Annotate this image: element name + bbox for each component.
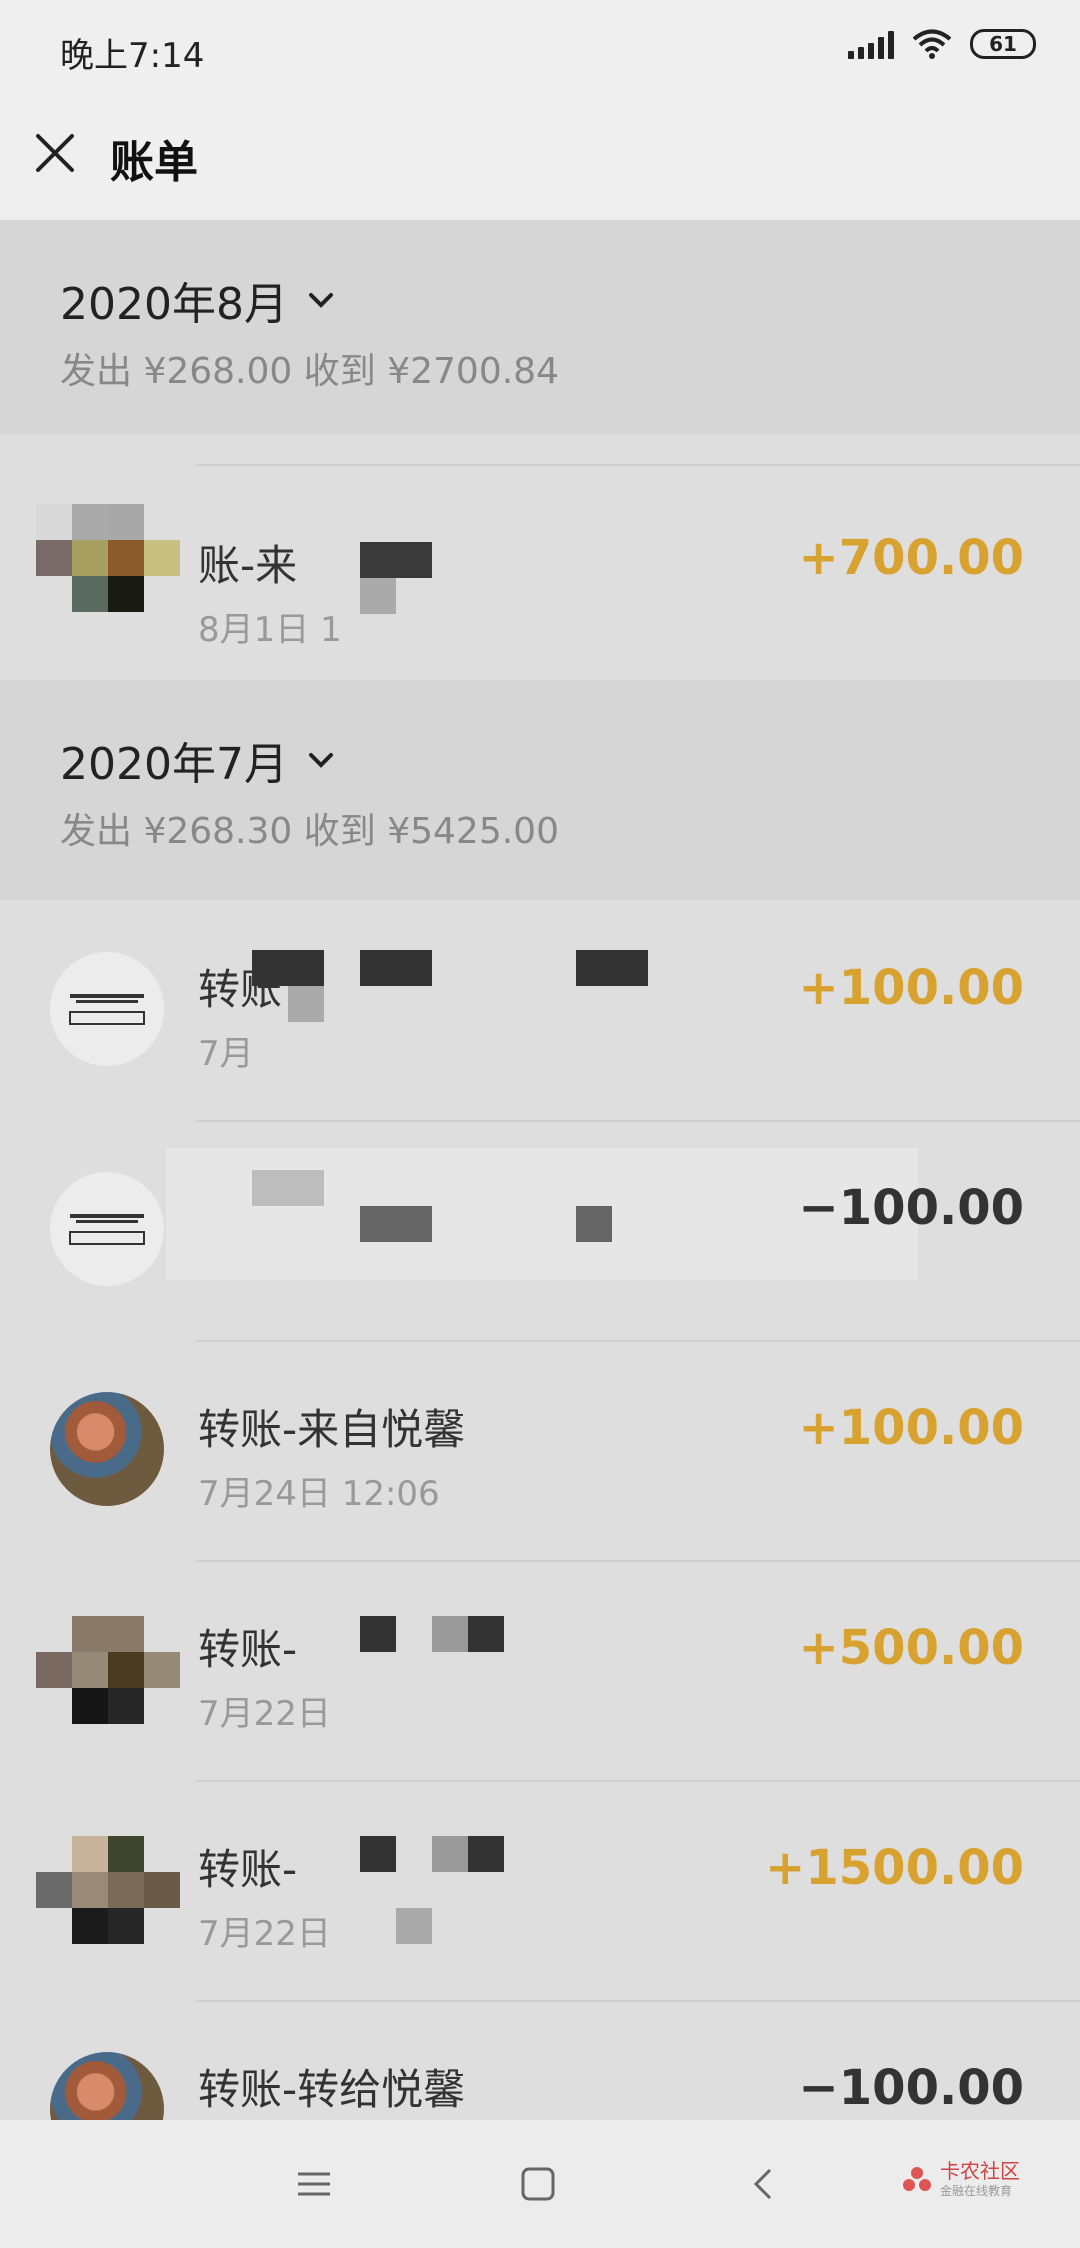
transaction-time: 7月22日: [198, 1694, 331, 1734]
redaction-block: [432, 1616, 468, 1652]
battery-icon: 61: [970, 29, 1036, 59]
redaction-block: [252, 950, 324, 986]
page-title: 账单: [110, 137, 198, 188]
redaction-block: [360, 542, 432, 578]
month-summary: 发出 ¥268.30 收到 ¥5425.00: [60, 811, 559, 852]
avatar: [36, 1836, 180, 1944]
watermark-tagline: 金融在线教育: [940, 2184, 1013, 2198]
month-title[interactable]: 2020年7月: [60, 728, 336, 792]
redaction-block: [360, 1836, 396, 1872]
battery-level: 61: [989, 32, 1017, 56]
month-title[interactable]: 2020年8月: [60, 268, 336, 332]
watermark: 卡农社区 金融在线教育: [900, 2160, 1020, 2199]
title-bar: 账单: [0, 96, 1080, 220]
month-header-jul[interactable]: 2020年7月 发出 ¥268.30 收到 ¥5425.00: [0, 680, 1080, 900]
signal-icon: [848, 29, 894, 59]
avatar: [36, 1616, 180, 1724]
divider: [196, 1120, 1080, 1122]
redaction-block: [360, 1616, 396, 1652]
divider: [196, 1780, 1080, 1782]
close-icon[interactable]: [28, 126, 82, 180]
redaction-block: [396, 1908, 432, 1944]
home-icon[interactable]: [514, 2160, 562, 2208]
wifi-icon: [912, 29, 952, 59]
transaction-amount: +1500.00: [765, 1840, 1024, 1896]
transaction-amount: +700.00: [798, 530, 1024, 586]
transaction-name: 账-来: [198, 541, 298, 590]
transaction-name: 转账-转给悦馨: [198, 2065, 466, 2114]
divider: [196, 2000, 1080, 2002]
transaction-row[interactable]: 转账 7月 +100.00: [0, 900, 1080, 1120]
status-icons: 61: [848, 28, 1036, 60]
bill-list[interactable]: 2020年8月 发出 ¥268.00 收到 ¥2700.84 账-来 8月1日 …: [0, 220, 1080, 2120]
avatar: [50, 2052, 164, 2120]
chevron-down-icon: [308, 753, 333, 768]
transaction-amount: −100.00: [798, 2060, 1024, 2116]
divider: [196, 1340, 1080, 1342]
avatar: [50, 1392, 164, 1506]
redaction-block: [576, 1206, 612, 1242]
redaction-block: [468, 1836, 504, 1872]
redaction-block: [576, 950, 648, 986]
month-header-aug[interactable]: 2020年8月 发出 ¥268.00 收到 ¥2700.84: [0, 220, 1080, 434]
month-summary: 发出 ¥268.00 收到 ¥2700.84: [60, 351, 559, 392]
month-label: 2020年8月: [60, 279, 288, 330]
back-icon[interactable]: [740, 2160, 788, 2208]
menu-icon[interactable]: [290, 2160, 338, 2208]
avatar: [50, 952, 164, 1066]
redaction-block: [360, 578, 396, 614]
logo-icon: [69, 994, 145, 1025]
chevron-down-icon: [308, 293, 333, 308]
status-time: 晚上7:14: [60, 36, 205, 76]
redaction-block: [432, 1836, 468, 1872]
transaction-time: 7月24日 12:06: [198, 1474, 440, 1514]
transaction-amount: +100.00: [798, 960, 1024, 1016]
redaction-block: [252, 1170, 324, 1206]
avatar: [36, 504, 180, 612]
redaction-block: [468, 1616, 504, 1652]
divider: [196, 464, 1080, 466]
divider: [196, 1560, 1080, 1562]
watermark-brand: 卡农社区: [940, 2159, 1020, 2183]
redaction-block: [360, 1206, 432, 1242]
month-label: 2020年7月: [60, 739, 288, 790]
transaction-time: 7月22日: [198, 1914, 331, 1954]
transaction-name: 转账-: [198, 1625, 298, 1674]
transaction-time: 7月: [198, 1034, 254, 1074]
watermark-logo-icon: [903, 2166, 931, 2191]
transaction-row[interactable]: 转账-转给悦馨 −100.00: [0, 2000, 1080, 2120]
transaction-row[interactable]: 账-来 8月1日 1 +700.00: [0, 434, 1080, 680]
transaction-time: 8月1日 1: [198, 610, 342, 650]
transaction-row[interactable]: 转账-来自悦馨 7月24日 12:06 +100.00: [0, 1340, 1080, 1560]
transaction-row[interactable]: 转账- 7月22日 +500.00: [0, 1560, 1080, 1780]
transaction-amount: +100.00: [798, 1400, 1024, 1456]
redaction-block: [288, 986, 324, 1022]
transaction-name: 转账-: [198, 1845, 298, 1894]
status-bar: 晚上7:14 61: [0, 0, 1080, 96]
transaction-amount: −100.00: [798, 1180, 1024, 1236]
transaction-row[interactable]: 转账- 7月22日 +1500.00: [0, 1780, 1080, 2000]
logo-icon: [69, 1214, 145, 1245]
system-nav-bar: 卡农社区 金融在线教育: [0, 2120, 1080, 2248]
redaction-block: [360, 950, 432, 986]
transaction-row[interactable]: −100.00: [0, 1120, 1080, 1340]
transaction-amount: +500.00: [798, 1620, 1024, 1676]
transaction-name: 转账-来自悦馨: [198, 1405, 466, 1454]
avatar: [50, 1172, 164, 1286]
